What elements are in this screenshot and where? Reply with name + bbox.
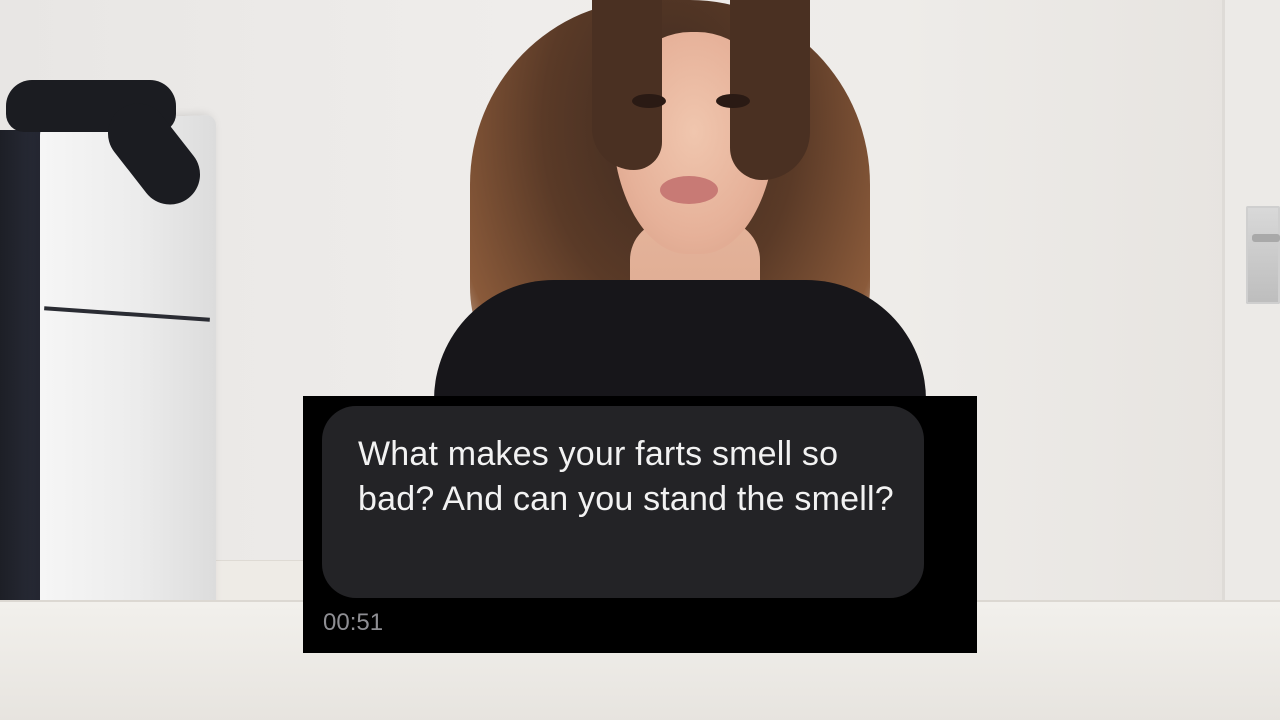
- message-bubble: What makes your farts smell so bad? And …: [322, 406, 924, 598]
- message-timestamp: 00:51: [323, 609, 384, 636]
- message-text: What makes your farts smell so bad? And …: [358, 435, 894, 518]
- person-hair-left: [592, 0, 662, 170]
- game-controller: [6, 80, 238, 217]
- door-handle: [1246, 206, 1280, 304]
- person-eye-right: [716, 94, 750, 108]
- person-eye-left: [632, 94, 666, 108]
- person-mouth: [660, 176, 718, 204]
- message-card: What makes your farts smell so bad? And …: [303, 396, 977, 653]
- video-frame: What makes your farts smell so bad? And …: [0, 0, 1280, 720]
- person-hair-right: [730, 0, 810, 180]
